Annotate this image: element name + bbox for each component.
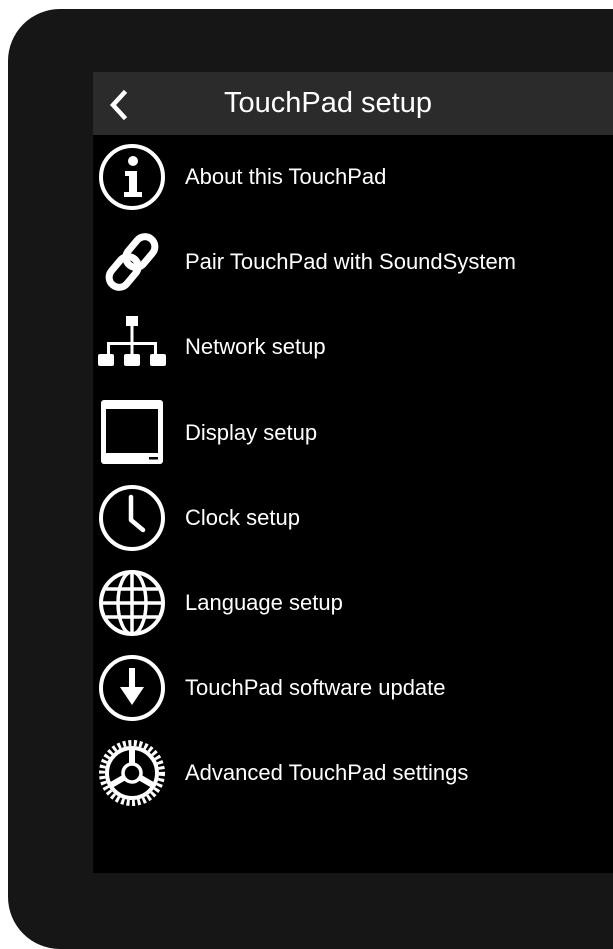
menu-item-label: About this TouchPad bbox=[185, 164, 387, 189]
menu-item-clock[interactable]: Clock setup bbox=[93, 483, 613, 568]
settings-menu: About this TouchPad Pair TouchPad with S… bbox=[93, 142, 613, 824]
menu-item-label: Language setup bbox=[185, 589, 343, 615]
menu-item-about[interactable]: About this TouchPad bbox=[93, 142, 613, 227]
network-icon bbox=[97, 312, 167, 382]
display-icon bbox=[97, 398, 167, 468]
screen: TouchPad setup About this TouchPad Pair … bbox=[93, 72, 613, 873]
menu-item-label: Pair TouchPad with SoundSystem bbox=[185, 249, 516, 275]
menu-item-language[interactable]: Language setup bbox=[93, 568, 613, 653]
menu-item-display[interactable]: Display setup bbox=[93, 398, 613, 483]
gear-icon bbox=[97, 738, 167, 808]
menu-item-label: Advanced TouchPad settings bbox=[185, 760, 469, 786]
menu-item-label: Clock setup bbox=[185, 504, 300, 530]
menu-item-pair[interactable]: Pair TouchPad with SoundSystem bbox=[93, 227, 613, 312]
menu-item-label: TouchPad software update bbox=[185, 675, 446, 701]
header-bar: TouchPad setup bbox=[93, 72, 613, 135]
clock-icon bbox=[97, 483, 167, 553]
menu-item-label: Display setup bbox=[185, 419, 318, 445]
menu-item-network[interactable]: Network setup bbox=[93, 312, 613, 397]
link-icon bbox=[97, 227, 167, 297]
menu-item-software-update[interactable]: TouchPad software update bbox=[93, 653, 613, 738]
download-icon bbox=[97, 653, 167, 723]
menu-item-advanced[interactable]: Advanced TouchPad settings bbox=[93, 738, 613, 823]
page-title: TouchPad setup bbox=[224, 87, 432, 119]
info-icon bbox=[97, 142, 167, 212]
menu-item-label: Network setup bbox=[185, 334, 326, 360]
globe-icon bbox=[97, 568, 167, 638]
